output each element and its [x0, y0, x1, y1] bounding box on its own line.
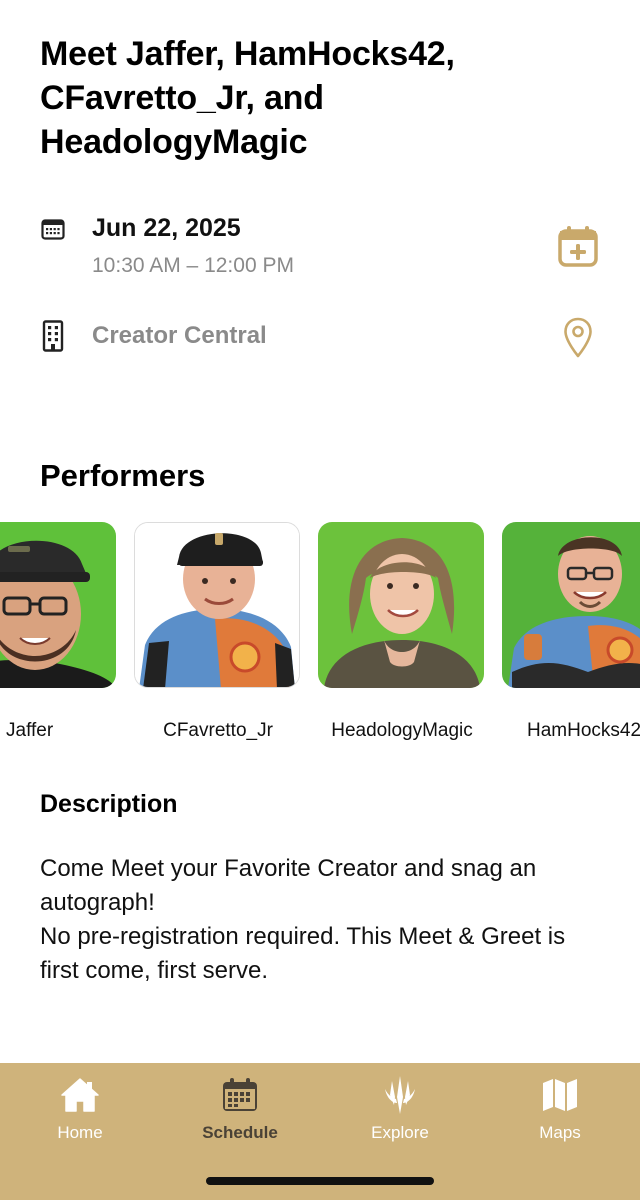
performer-photo [318, 522, 484, 688]
calendar-plus-icon[interactable] [556, 224, 600, 268]
event-venue: Creator Central [92, 322, 267, 349]
event-date: Jun 22, 2025 [92, 214, 241, 242]
tab-label: Schedule [202, 1123, 278, 1142]
event-venue-row: Creator Central [0, 312, 640, 362]
tab-maps[interactable]: Maps [480, 1063, 640, 1163]
description-text: Come Meet your Favorite Creator and snag… [40, 852, 610, 988]
performer-card-hamhocks42[interactable]: HamHocks42 [502, 520, 640, 750]
tab-label: Home [57, 1123, 103, 1142]
performer-name: Jaffer [6, 720, 54, 741]
performer-name: HamHocks42 [527, 720, 640, 741]
building-icon [40, 320, 66, 352]
performer-card-headologymagic[interactable]: HeadologyMagic [318, 520, 486, 750]
tab-schedule[interactable]: Schedule [160, 1063, 320, 1163]
home-icon [60, 1075, 100, 1115]
performer-photo [502, 522, 640, 688]
tab-label: Maps [539, 1123, 581, 1142]
performer-name: HeadologyMagic [331, 720, 473, 741]
tab-label: Explore [371, 1123, 429, 1142]
description-heading: Description [40, 790, 178, 818]
calendar-icon [40, 216, 66, 242]
home-indicator[interactable] [206, 1177, 434, 1185]
bottom-tab-bar: Home Schedule Explore Maps [0, 1063, 640, 1200]
planeswalker-icon [380, 1075, 420, 1115]
performers-heading: Performers [40, 458, 206, 493]
event-time: 10:30 AM – 12:00 PM [92, 254, 294, 277]
performer-name: CFavretto_Jr [163, 720, 273, 741]
description-line: Come Meet your Favorite Creator and snag… [40, 855, 537, 916]
tab-explore[interactable]: Explore [320, 1063, 480, 1163]
description-line: No pre-registration required. This Meet … [40, 923, 566, 984]
event-title: Meet Jaffer, HamHocks42, CFavretto_Jr, a… [40, 35, 455, 161]
tab-home[interactable]: Home [0, 1063, 160, 1163]
performer-card-jaffer[interactable]: Jaffer [0, 520, 118, 750]
calendar-icon [220, 1075, 260, 1115]
map-icon [540, 1075, 580, 1115]
map-pin-icon[interactable] [556, 316, 600, 360]
performer-card-cfavretto-jr[interactable]: CFavretto_Jr [134, 520, 302, 750]
event-date-row: Jun 22, 2025 10:30 AM – 12:00 PM [0, 210, 640, 290]
performer-photo [0, 522, 116, 688]
performer-photo [134, 522, 300, 688]
performers-carousel[interactable]: Jaffer CFavretto_Jr HeadologyMagic HamHo… [0, 520, 640, 750]
